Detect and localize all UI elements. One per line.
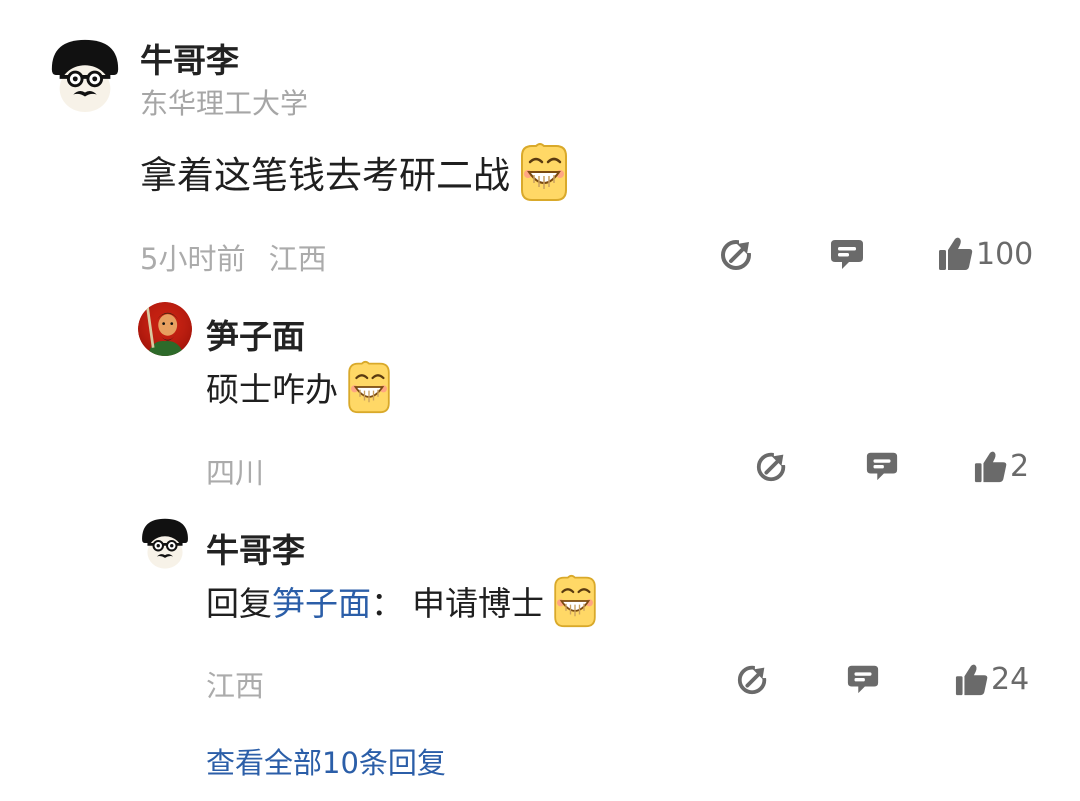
author-school: 东华理工大学 <box>140 87 309 120</box>
comment-location: 江西 <box>268 242 327 276</box>
grin-emoji-icon <box>342 360 396 414</box>
reply-text: 申请博士 <box>412 584 544 623</box>
reply-button[interactable] <box>846 662 880 696</box>
reply-prefix: 回复 <box>206 584 272 623</box>
grin-emoji-icon <box>548 574 602 628</box>
share-icon <box>719 236 755 272</box>
reply-icon <box>829 236 865 272</box>
share-button[interactable] <box>719 236 755 272</box>
like-count: 100 <box>976 236 1034 272</box>
like-icon <box>938 236 974 272</box>
reply-button[interactable] <box>829 236 865 272</box>
like-count: 2 <box>1010 449 1030 484</box>
reply-button[interactable] <box>865 449 899 483</box>
reply-text-row: 回复 笋子面 ： 申请博士 <box>206 572 602 630</box>
like-count: 24 <box>991 662 1030 697</box>
reply-location: 江西 <box>206 669 265 703</box>
reply-location: 四川 <box>206 456 265 490</box>
share-button[interactable] <box>736 662 770 696</box>
comment-time: 5小时前 <box>140 242 246 276</box>
share-button[interactable] <box>755 449 789 483</box>
reply-text-row: 硕士咋办 <box>206 358 396 416</box>
like-icon <box>955 663 989 697</box>
comment-author-name[interactable]: 牛哥李 <box>140 34 239 82</box>
like-button[interactable]: 100 <box>938 236 1033 272</box>
reply-icon <box>846 662 880 696</box>
view-all-replies-link[interactable]: 查看全部10条回复 <box>206 740 446 782</box>
comment-text-row: 拿着这笔钱去考研二战 <box>140 141 574 203</box>
like-button[interactable]: 2 <box>974 449 1029 484</box>
share-icon <box>736 662 770 696</box>
grin-emoji-icon <box>514 142 574 202</box>
reply-icon <box>865 449 899 483</box>
reply-separator: ： <box>371 584 404 623</box>
comment-text: 拿着这笔钱去考研二战 <box>140 154 510 197</box>
comment-meta: 5小时前 江西 <box>140 236 327 278</box>
reply-author-name[interactable]: 牛哥李 <box>206 524 305 572</box>
reply-to-user-link[interactable]: 笋子面 <box>272 577 371 625</box>
reply-author-name[interactable]: 笋子面 <box>206 310 305 358</box>
reply-text: 硕士咋办 <box>206 370 338 409</box>
reply-avatar[interactable] <box>138 516 192 570</box>
author-avatar[interactable] <box>46 36 124 114</box>
like-button[interactable]: 24 <box>955 662 1029 697</box>
reply-avatar[interactable] <box>138 302 192 356</box>
share-icon <box>755 449 789 483</box>
like-icon <box>974 450 1008 484</box>
